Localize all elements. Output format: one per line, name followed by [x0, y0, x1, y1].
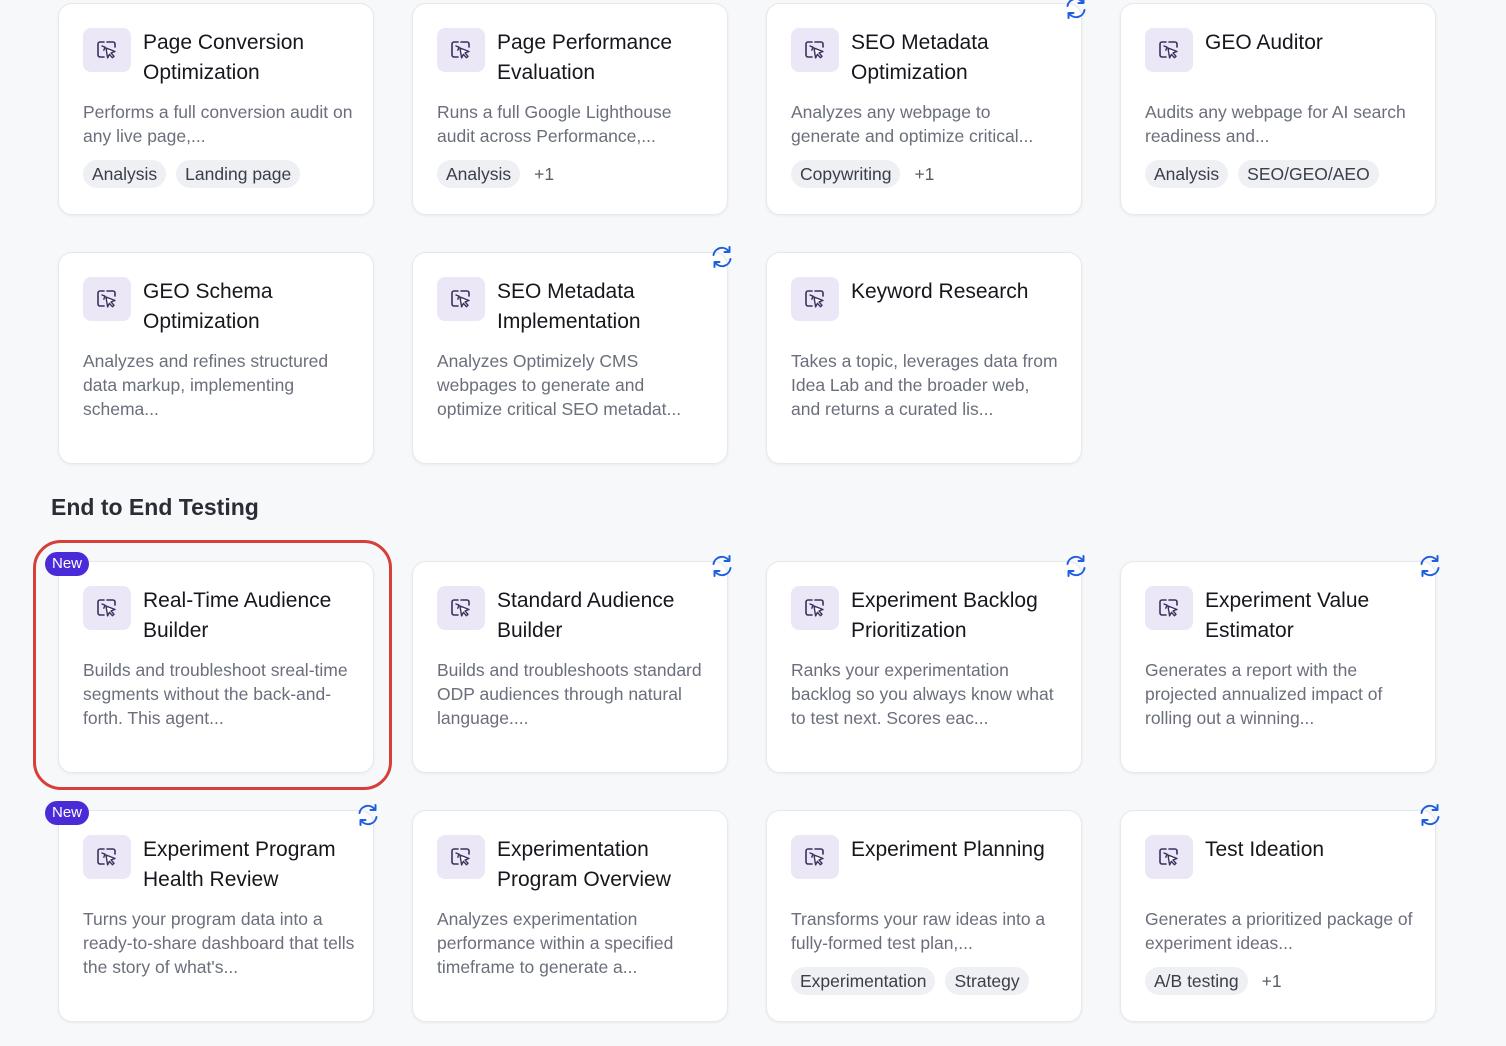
agent-card-test-ideation[interactable]: Test Ideation Generates a prioritized pac… — [1120, 810, 1436, 1022]
agent-cursor-icon — [437, 28, 485, 72]
tag-chip: Landing page — [176, 160, 301, 188]
agent-card-experimentation-program-overview[interactable]: Experimentation Program Overview Analyzes… — [412, 810, 728, 1022]
agent-cursor-icon — [83, 277, 131, 321]
card-description: Runs a full Google Lighthouse audit acro… — [437, 102, 672, 146]
card-tags: Copywriting +1 — [791, 160, 938, 188]
card-title: Experiment Planning — [851, 838, 1045, 861]
agent-card-experiment-backlog-prioritization[interactable]: Experiment Backlog Prioritization Ranks y… — [766, 561, 1082, 773]
card-description: Builds and troubleshoot sreal-time segme… — [83, 660, 348, 728]
agent-card-experiment-planning[interactable]: Experiment Planning Transforms your raw i… — [766, 810, 1082, 1022]
card-description: Transforms your raw ideas into a fully-f… — [791, 909, 1046, 953]
agent-cursor-icon — [437, 586, 485, 630]
agent-card-page-performance-evaluation[interactable]: Page Performance Evaluation Runs a full G… — [412, 3, 728, 215]
sync-icon[interactable] — [1063, 553, 1089, 579]
card-tags: Analysis +1 — [437, 160, 558, 188]
card-title: Experiment Value Estimator — [1205, 589, 1370, 642]
card-description: Ranks your experimentation backlog so yo… — [791, 660, 1054, 728]
tag-chip: Experimentation — [791, 967, 936, 995]
more-tags-count: +1 — [534, 163, 555, 184]
new-badge: New — [45, 801, 90, 825]
card-description: Analyzes Optimizely CMS webpages to gene… — [437, 351, 682, 419]
card-description: Performs a full conversion audit on any … — [83, 102, 353, 146]
tag-chip: Analysis — [83, 160, 167, 188]
agent-cursor-icon — [791, 835, 839, 879]
section-title: End to End Testing — [51, 494, 259, 520]
agent-cursor-icon — [791, 277, 839, 321]
card-title: Page Performance Evaluation — [497, 31, 673, 84]
agent-cursor-icon — [791, 586, 839, 630]
card-description: Generates a prioritized package of exper… — [1145, 909, 1413, 953]
agent-card-keyword-research[interactable]: Keyword Research Takes a topic, leverages… — [766, 252, 1082, 464]
card-description: Audits any webpage for AI search readine… — [1145, 102, 1406, 146]
card-title: Experiment Backlog Prioritization — [851, 589, 1038, 642]
card-title: GEO Auditor — [1205, 31, 1323, 54]
card-description: Turns your program data into a ready-to-… — [83, 909, 355, 977]
agent-card-seo-metadata-optimization[interactable]: SEO Metadata Optimization Analyzes any we… — [766, 3, 1082, 215]
sync-icon[interactable] — [355, 802, 381, 828]
agent-cursor-icon — [437, 277, 485, 321]
card-description: Analyzes experimentation performance wit… — [437, 909, 674, 977]
agent-card-experiment-value-estimator[interactable]: Experiment Value Estimator Generates a re… — [1120, 561, 1436, 773]
tag-chip: Analysis — [437, 160, 521, 188]
agent-cursor-icon — [83, 28, 131, 72]
agent-cursor-icon — [1145, 835, 1193, 879]
card-description: Generates a report with the projected an… — [1145, 660, 1383, 728]
card-title: Real-Time Audience Builder — [143, 589, 332, 642]
more-tags-count: +1 — [914, 163, 935, 184]
card-title: GEO Schema Optimization — [143, 280, 273, 333]
agent-card-geo-auditor[interactable]: GEO Auditor Audits any webpage for AI sea… — [1120, 3, 1436, 215]
sync-icon[interactable] — [1063, 0, 1089, 21]
sync-icon[interactable] — [709, 244, 735, 270]
card-title: Test Ideation — [1205, 838, 1325, 861]
tag-chip: A/B testing — [1145, 967, 1248, 995]
card-title: SEO Metadata Implementation — [497, 280, 641, 333]
agent-card-page-conversion-optimization[interactable]: Page Conversion Optimization Performs a f… — [58, 3, 374, 215]
agent-card-experiment-program-health-review[interactable]: Experiment Program Health Review Turns yo… — [58, 810, 374, 1022]
agent-card-real-time-audience-builder[interactable]: Real-Time Audience Builder Builds and tro… — [58, 561, 374, 773]
tag-chip: Copywriting — [791, 160, 901, 188]
tag-chip: SEO/GEO/AEO — [1238, 160, 1379, 188]
agent-cursor-icon — [83, 586, 131, 630]
card-title: Standard Audience Builder — [497, 589, 675, 642]
card-description: Analyzes and refines structured data mar… — [83, 351, 329, 419]
card-title: SEO Metadata Optimization — [851, 31, 989, 84]
sync-icon[interactable] — [709, 553, 735, 579]
agent-cursor-icon — [1145, 586, 1193, 630]
card-title: Keyword Research — [851, 280, 1029, 303]
tag-chip: Strategy — [945, 967, 1029, 995]
tag-chip: Analysis — [1145, 160, 1229, 188]
sync-icon[interactable] — [1417, 802, 1443, 828]
card-description: Builds and troubleshoots standard ODP au… — [437, 660, 702, 728]
card-description: Analyzes any webpage to generate and opt… — [791, 102, 1034, 146]
new-badge: New — [45, 552, 90, 576]
agent-card-seo-metadata-implementation[interactable]: SEO Metadata Implementation Analyzes Opti… — [412, 252, 728, 464]
card-tags: Analysis SEO/GEO/AEO — [1145, 160, 1379, 188]
agent-card-standard-audience-builder[interactable]: Standard Audience Builder Builds and trou… — [412, 561, 728, 773]
card-title: Experiment Program Health Review — [143, 838, 336, 891]
agent-cursor-icon — [1145, 28, 1193, 72]
card-description: Takes a topic, leverages data from Idea … — [791, 351, 1058, 419]
agent-cursor-icon — [83, 835, 131, 879]
sync-icon[interactable] — [1417, 553, 1443, 579]
card-title: Page Conversion Optimization — [143, 31, 305, 84]
agent-card-geo-schema-optimization[interactable]: GEO Schema Optimization Analyzes and refi… — [58, 252, 374, 464]
more-tags-count: +1 — [1261, 970, 1282, 991]
card-tags: Experimentation Strategy — [791, 967, 1029, 995]
card-tags: A/B testing +1 — [1145, 967, 1286, 995]
card-title: Experimentation Program Overview — [497, 838, 671, 891]
agent-cursor-icon — [791, 28, 839, 72]
card-tags: Analysis Landing page — [83, 160, 301, 188]
agent-cursor-icon — [437, 835, 485, 879]
